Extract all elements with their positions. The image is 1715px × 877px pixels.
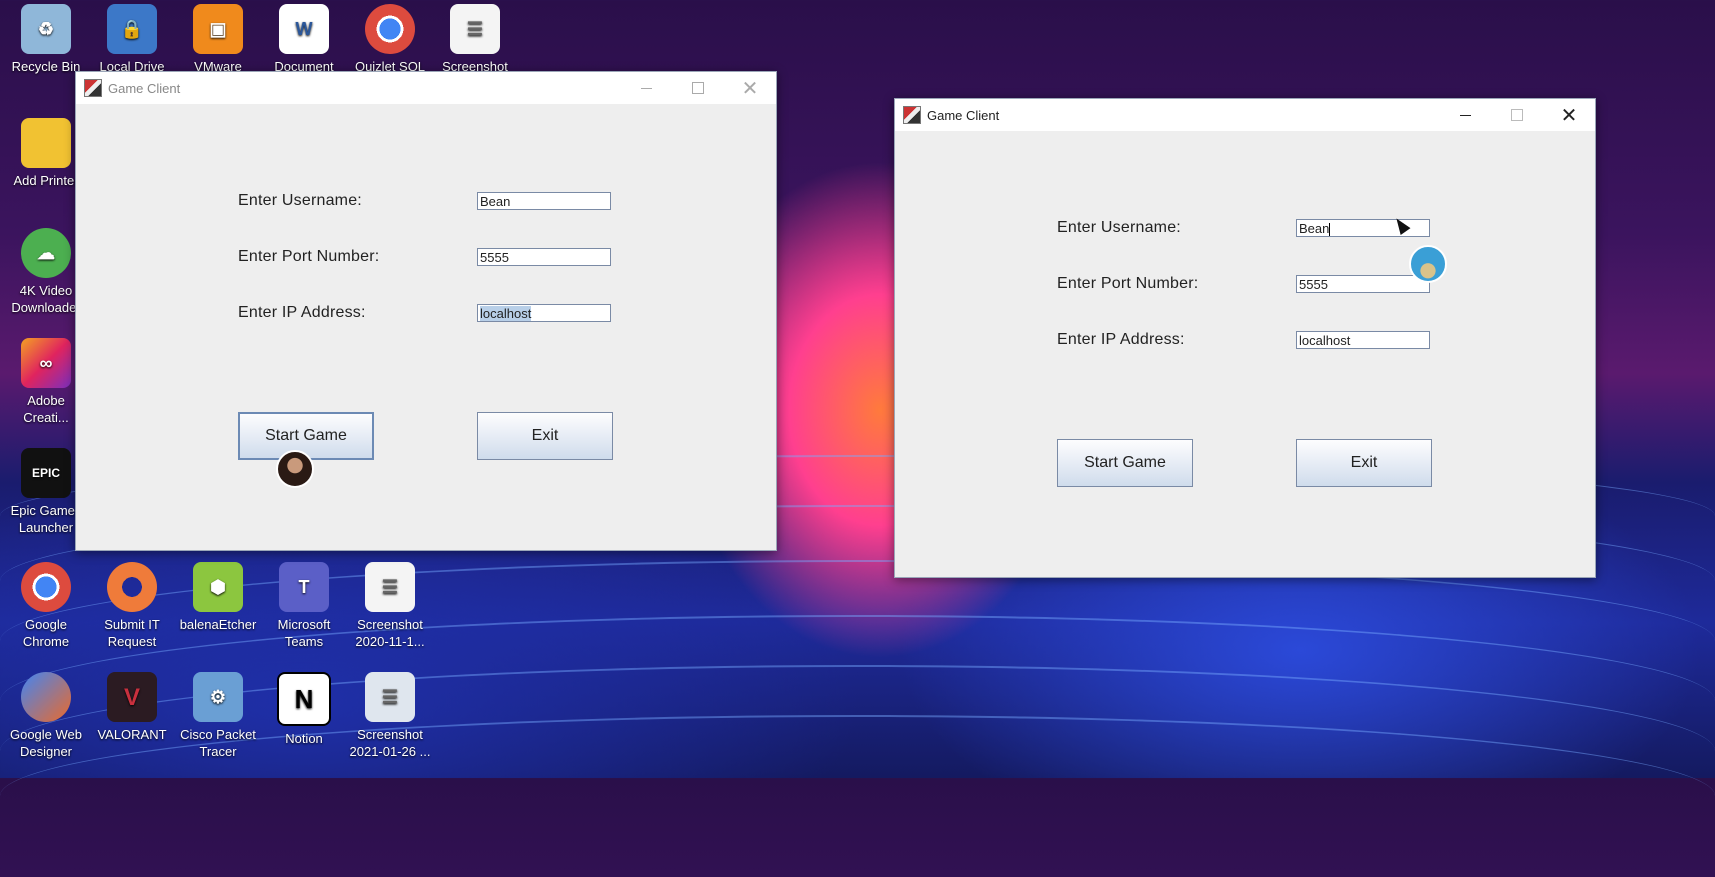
window-controls: ✕ (620, 72, 776, 104)
maximize-button[interactable] (672, 72, 724, 104)
ip-field[interactable]: localhost (1296, 331, 1430, 349)
username-label: Enter Username: (1057, 219, 1181, 236)
text-caret (1329, 223, 1331, 237)
desktop-icon-screenshot-2020[interactable]: ☰ Screenshot 2020-11-1... (347, 562, 433, 650)
adobe-creative-cloud-icon: ∞ (21, 338, 71, 388)
minimize-button[interactable] (620, 72, 672, 104)
maximize-button[interactable] (1491, 99, 1543, 131)
recycle-bin-icon: ♻ (21, 4, 71, 54)
desktop-icon-screenshot[interactable]: ☰ Screenshot (432, 4, 518, 75)
screenshot-file-icon: ☰ (450, 4, 500, 54)
desktop-icon-screenshot-2021[interactable]: ☰ Screenshot 2021-01-26 ... (347, 672, 433, 760)
window-title: Game Client (927, 107, 1000, 123)
ip-label: Enter IP Address: (1057, 331, 1185, 348)
teams-icon: T (279, 562, 329, 612)
word-document-icon: W (279, 4, 329, 54)
port-field[interactable]: 5555 (1296, 275, 1430, 293)
username-field[interactable]: Bean (477, 192, 611, 210)
desktop-icon-document[interactable]: W Document (261, 4, 347, 75)
desktop-icon-submit-it[interactable]: Submit IT Request (89, 562, 175, 650)
close-icon: ✕ (741, 77, 759, 100)
screenshot-file-icon: ☰ (365, 672, 415, 722)
exit-button[interactable]: Exit (477, 412, 613, 460)
desktop-icon-valorant[interactable]: V VALORANT (89, 672, 175, 743)
close-button[interactable]: ✕ (1543, 99, 1595, 131)
user-avatar (1409, 245, 1447, 283)
username-value: Bean (1299, 221, 1330, 236)
port-label: Enter Port Number: (1057, 275, 1199, 292)
chrome-icon (365, 4, 415, 54)
desktop-icon-notion[interactable]: N Notion (261, 672, 347, 747)
desktop-icon-local-drive[interactable]: 🔒 Local Drive (89, 4, 175, 75)
lifebuoy-icon (107, 562, 157, 612)
lock-drive-icon: 🔒 (107, 4, 157, 54)
java-app-icon (84, 79, 102, 97)
user-avatar (276, 450, 314, 488)
screenshot-file-icon: ☰ (365, 562, 415, 612)
username-label: Enter Username: (238, 192, 362, 209)
desktop-icon-google-web-designer[interactable]: Google Web Designer (3, 672, 89, 760)
title-bar[interactable]: Game Client ✕ (76, 72, 776, 104)
valorant-icon: V (107, 672, 157, 722)
close-icon: ✕ (1560, 104, 1578, 127)
maximize-icon (1511, 109, 1523, 121)
maximize-icon (692, 82, 704, 94)
vmware-icon: ▣ (193, 4, 243, 54)
window-controls: ✕ (1439, 99, 1595, 131)
packet-tracer-icon: ⚙ (193, 672, 243, 722)
desktop-icon-teams[interactable]: T Microsoft Teams (261, 562, 347, 650)
port-label: Enter Port Number: (238, 248, 380, 265)
desktop-icon-vmware[interactable]: ▣ VMware (175, 4, 261, 75)
port-field[interactable]: 5555 (477, 248, 611, 266)
minimize-button[interactable] (1439, 99, 1491, 131)
window-title: Game Client (108, 80, 181, 96)
balena-cube-icon: ⬢ (193, 562, 243, 612)
selected-text: localhost (480, 306, 532, 321)
exit-button[interactable]: Exit (1296, 439, 1432, 487)
desktop-icon-balena[interactable]: ⬢ balenaEtcher (175, 562, 261, 633)
minimize-icon (1459, 114, 1471, 116)
close-button[interactable]: ✕ (724, 72, 776, 104)
title-bar[interactable]: Game Client ✕ (895, 99, 1595, 131)
ip-label: Enter IP Address: (238, 304, 366, 321)
web-designer-icon (21, 672, 71, 722)
folder-icon (21, 118, 71, 168)
desktop-icon-google-chrome[interactable]: Google Chrome (3, 562, 89, 650)
ip-field[interactable]: localhost (477, 304, 611, 322)
start-game-button[interactable]: Start Game (1057, 439, 1193, 487)
game-client-window-right: Game Client ✕ Enter Username: Bean Enter… (894, 98, 1596, 578)
minimize-icon (640, 87, 652, 89)
java-app-icon (903, 106, 921, 124)
epic-games-icon: EPIC (21, 448, 71, 498)
game-client-window-left: Game Client ✕ Enter Username: Bean Enter… (75, 71, 777, 551)
notion-icon: N (277, 672, 331, 726)
desktop-icon-quizlet-sql[interactable]: Quizlet SQL (347, 4, 433, 75)
download-cloud-icon: ☁ (21, 228, 71, 278)
desktop-icon-recycle-bin[interactable]: ♻ Recycle Bin (3, 4, 89, 75)
desktop-icon-packet-tracer[interactable]: ⚙ Cisco Packet Tracer (175, 672, 261, 760)
chrome-icon (21, 562, 71, 612)
